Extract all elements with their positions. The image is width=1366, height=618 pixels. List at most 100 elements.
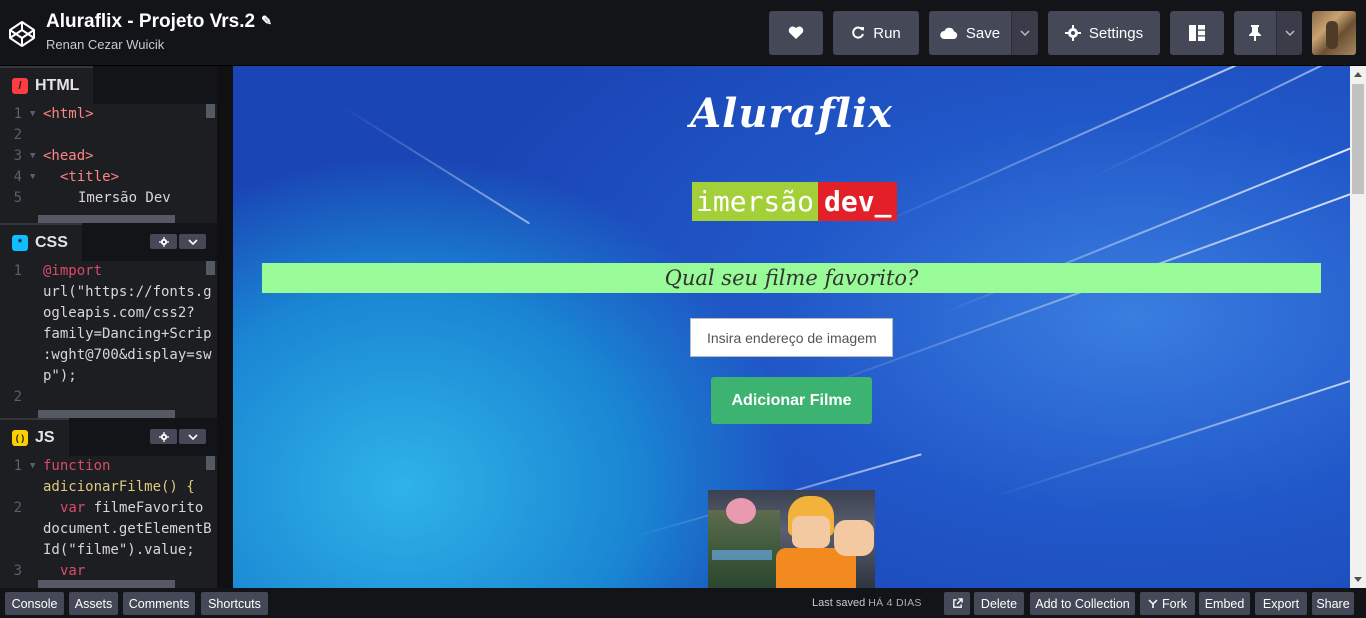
code-line: adicionarFilme() { <box>43 479 195 495</box>
add-movie-button[interactable]: Adicionar Filme <box>711 377 872 424</box>
fold-arrow-icon[interactable]: ▼ <box>30 456 35 477</box>
user-avatar[interactable] <box>1312 11 1356 55</box>
line-number: 2 <box>13 500 22 516</box>
html-code[interactable]: 1 ▼ <html> 2 3 ▼ <head> 4 ▼ <title> 5 Imersão D… <box>0 104 206 209</box>
html-panel-header: / HTML <box>0 66 217 104</box>
site-title: Aluraflix <box>690 90 893 137</box>
tab-css[interactable]: * CSS <box>0 223 82 261</box>
delete-button[interactable]: Delete <box>974 592 1024 615</box>
fork-button[interactable]: Fork <box>1140 592 1195 615</box>
html-hscrollbar[interactable] <box>38 215 175 223</box>
code-line: family=Dancing+Scrip <box>43 326 212 342</box>
line-number: 3 <box>13 148 22 164</box>
chevron-down-icon <box>1020 30 1030 36</box>
code-line: :wght@700&display=sw <box>43 347 212 363</box>
movie-poster-image <box>708 490 875 588</box>
line-number: 1 <box>13 263 22 279</box>
background-streak <box>792 190 1350 398</box>
console-button[interactable]: Console <box>5 592 64 615</box>
scroll-down-arrow-icon[interactable] <box>1354 577 1362 582</box>
css-scrollbar[interactable] <box>206 261 215 275</box>
settings-label: Settings <box>1088 24 1144 42</box>
js-panel-controls <box>150 429 206 444</box>
pen-title-text: Aluraflix - Projeto Vrs.2 <box>46 11 256 32</box>
pin-options-button[interactable] <box>1276 11 1302 55</box>
save-options-button[interactable] <box>1011 11 1038 55</box>
fork-icon <box>1148 598 1158 608</box>
css-code[interactable]: 1 @import url("https://fonts.g ogleapis.c… <box>0 261 212 408</box>
shortcuts-button[interactable]: Shortcuts <box>201 592 268 615</box>
top-bar: Aluraflix - Projeto Vrs.2 ✎ Renan Cezar W… <box>0 0 1366 66</box>
pin-icon <box>1249 25 1261 41</box>
pin-button[interactable] <box>1234 11 1276 55</box>
brand-left: imersão <box>692 182 819 221</box>
js-code[interactable]: 1 ▼ function adicionarFilme() { 2 var filme… <box>0 456 212 582</box>
gear-icon <box>1064 25 1081 41</box>
share-button[interactable]: Share <box>1312 592 1354 615</box>
save-button[interactable]: Save <box>929 11 1011 55</box>
chevron-down-icon <box>187 238 198 245</box>
css-collapse-button[interactable] <box>179 234 206 249</box>
line-number: 1 <box>13 458 22 474</box>
code-keyword: var <box>60 500 86 516</box>
preview-scrollbar[interactable] <box>1350 66 1366 588</box>
js-editor-panel: ( ) JS 1 ▼ function adicionarFilme() { 2 va… <box>0 418 217 588</box>
gear-icon <box>158 236 169 247</box>
assets-button[interactable]: Assets <box>69 592 118 615</box>
layout-icon <box>1189 25 1205 41</box>
external-link-icon <box>952 598 963 608</box>
export-button[interactable]: Export <box>1255 592 1307 615</box>
preview-scroll-thumb[interactable] <box>1352 84 1364 194</box>
pencil-icon[interactable]: ✎ <box>261 13 272 29</box>
editor-resize-handle[interactable] <box>217 66 233 588</box>
code-line: Imersão Dev <box>78 190 171 206</box>
scroll-up-arrow-icon[interactable] <box>1354 72 1362 77</box>
tab-css-label: CSS <box>35 234 68 251</box>
html-scrollbar[interactable] <box>206 104 215 118</box>
fold-arrow-icon[interactable]: ▼ <box>30 104 35 125</box>
css-panel-header: * CSS <box>0 223 217 261</box>
js-hscrollbar[interactable] <box>38 580 175 588</box>
code-line: <html> <box>43 106 94 122</box>
tab-html[interactable]: / HTML <box>0 66 94 104</box>
add-to-collection-button[interactable]: Add to Collection <box>1030 592 1135 615</box>
fold-arrow-icon[interactable]: ▼ <box>30 146 35 167</box>
codepen-logo-icon[interactable] <box>7 19 37 49</box>
open-in-new-window-button[interactable] <box>944 592 970 615</box>
code-line: <title> <box>60 169 120 185</box>
author-name[interactable]: Renan Cezar Wuicik <box>46 37 164 52</box>
css-hscrollbar[interactable] <box>38 410 175 418</box>
code-line: url("https://fonts.g <box>43 284 212 300</box>
fork-label: Fork <box>1162 596 1187 611</box>
code-line: var <box>60 563 86 579</box>
css-panel-controls <box>150 234 206 249</box>
pen-title[interactable]: Aluraflix - Projeto Vrs.2 ✎ <box>46 11 272 33</box>
js-scrollbar[interactable] <box>206 456 215 470</box>
line-number: 1 <box>13 106 22 122</box>
line-number: 2 <box>13 127 22 143</box>
css-settings-button[interactable] <box>150 234 177 249</box>
run-button[interactable]: Run <box>833 11 919 55</box>
tab-html-label: HTML <box>35 77 80 94</box>
image-url-input[interactable] <box>690 318 893 357</box>
settings-button[interactable]: Settings <box>1048 11 1160 55</box>
line-number: 3 <box>13 563 22 579</box>
fold-arrow-icon[interactable]: ▼ <box>30 167 35 188</box>
cloud-icon <box>940 27 958 39</box>
brand-right: dev_ <box>818 182 898 221</box>
love-button[interactable] <box>769 11 823 55</box>
tab-js[interactable]: ( ) JS <box>0 418 69 456</box>
run-label: Run <box>873 24 901 42</box>
background-streak <box>992 378 1350 498</box>
heart-icon <box>788 26 804 39</box>
css-icon: * <box>12 235 28 251</box>
js-collapse-button[interactable] <box>179 429 206 444</box>
embed-button[interactable]: Embed <box>1199 592 1250 615</box>
line-number: 2 <box>13 389 22 405</box>
code-line: ogleapis.com/css2? <box>43 305 195 321</box>
change-view-button[interactable] <box>1170 11 1224 55</box>
comments-button[interactable]: Comments <box>123 592 195 615</box>
js-settings-button[interactable] <box>150 429 177 444</box>
html-editor-panel: / HTML 1 ▼ <html> 2 3 ▼ <head> 4 ▼ <title> 5 Im… <box>0 66 217 223</box>
code-identifier: filmeFavorito <box>85 500 204 516</box>
